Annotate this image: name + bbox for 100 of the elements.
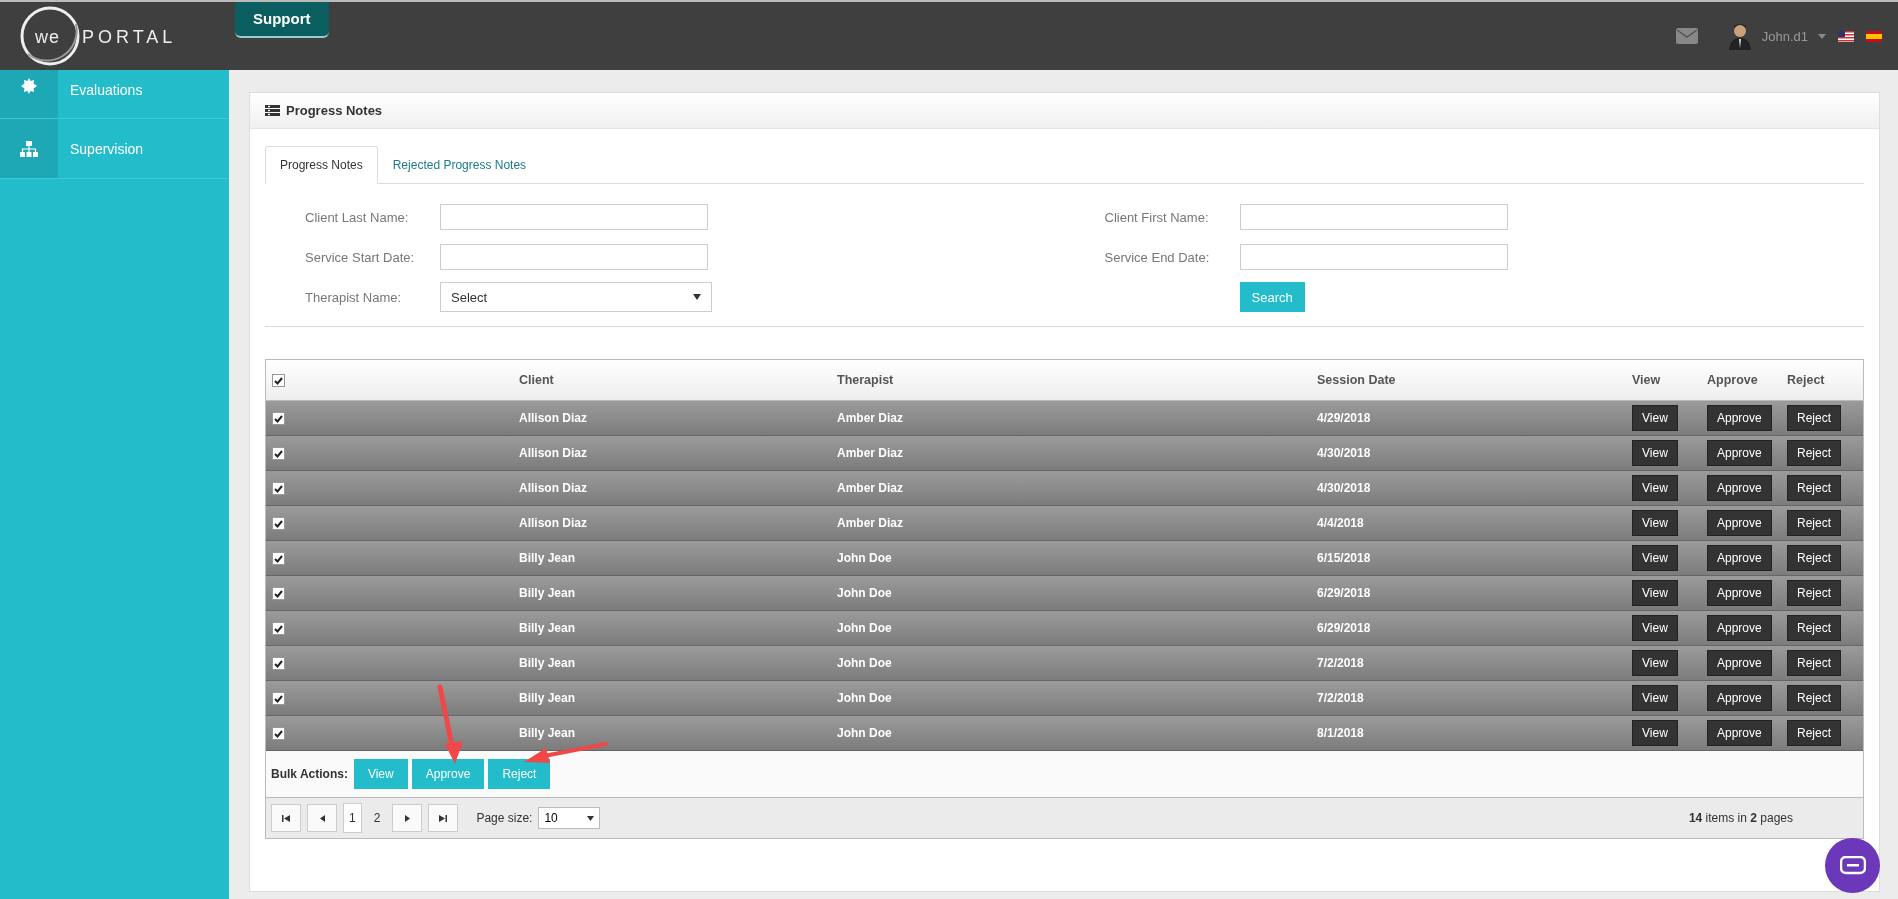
checkbox[interactable] <box>272 482 285 495</box>
checkbox[interactable] <box>272 447 285 460</box>
checkbox[interactable] <box>272 517 285 530</box>
input-field[interactable] <box>440 204 708 230</box>
column-header: Session Date <box>1316 373 1397 387</box>
user-menu[interactable]: John.d1 <box>1761 28 1808 44</box>
view-button[interactable]: View <box>1632 545 1678 571</box>
table-cell-text: 4/30/2018 <box>1316 481 1372 495</box>
reject-button[interactable]: Reject <box>1787 440 1841 466</box>
table-cell-text: John Doe <box>836 726 893 740</box>
checkbox[interactable] <box>272 657 285 670</box>
reject-button[interactable]: Reject <box>1787 545 1841 571</box>
view-button[interactable]: View <box>1632 650 1678 676</box>
field-label: Service End Date: <box>1104 249 1211 265</box>
mail-icon[interactable] <box>1675 28 1698 44</box>
approve-button[interactable]: Approve <box>1707 685 1772 711</box>
next-icon <box>404 814 410 822</box>
table-cell-text: Allison Diaz <box>518 411 588 425</box>
reject-button[interactable]: Reject <box>1787 580 1841 606</box>
table-cell-text: Allison Diaz <box>518 446 588 460</box>
items-summary: 14 items in 2 pages <box>1688 811 1793 825</box>
field-label: Client Last Name: <box>305 209 410 225</box>
table-cell-text: 6/15/2018 <box>1316 551 1372 565</box>
approve-button[interactable]: Approve <box>1707 510 1772 536</box>
table-cell-text: 4/4/2018 <box>1316 516 1365 530</box>
bulk-actions-label: Bulk Actions: <box>271 767 348 781</box>
table-cell-text: John Doe <box>836 691 893 705</box>
page-link[interactable]: 2 <box>367 803 387 833</box>
table-cell-text: 6/29/2018 <box>1316 621 1372 635</box>
caret-icon[interactable] <box>1818 33 1826 39</box>
reject-button[interactable]: Reject <box>1787 720 1841 746</box>
checkbox[interactable] <box>272 374 285 387</box>
checkbox[interactable] <box>272 412 285 425</box>
approve-button[interactable]: Approve <box>1707 405 1772 431</box>
reject-button[interactable]: Reject <box>1787 405 1841 431</box>
input-field[interactable] <box>1239 244 1508 270</box>
input-field[interactable] <box>440 244 708 270</box>
list-icon <box>265 105 280 116</box>
table-cell-text: Allison Diaz <box>518 481 588 495</box>
view-button[interactable]: View <box>1632 510 1678 536</box>
approve-button[interactable]: Approve <box>1707 615 1772 641</box>
sitemap-icon <box>20 140 38 157</box>
next-page-button[interactable] <box>392 804 423 832</box>
table-cell-text: 7/2/2018 <box>1316 691 1365 705</box>
table-cell-text: John Doe <box>836 656 893 670</box>
last-page-button[interactable] <box>428 804 459 832</box>
checkbox[interactable] <box>272 692 285 705</box>
view-button[interactable]: View <box>1632 685 1678 711</box>
select-field[interactable]: Select <box>440 282 712 312</box>
column-header: Therapist <box>836 373 895 387</box>
checkbox[interactable] <box>272 727 285 740</box>
checkbox[interactable] <box>272 587 285 600</box>
table-cell-text: 8/1/2018 <box>1316 726 1365 740</box>
view-button[interactable]: View <box>1632 440 1678 466</box>
table-cell-text: Amber Diaz <box>836 481 905 495</box>
panel-title: Progress Notes <box>286 103 383 118</box>
view-button[interactable]: View <box>1632 405 1678 431</box>
first-page-icon <box>282 814 290 822</box>
column-header: Reject <box>1786 373 1826 387</box>
table-cell-text: Billy Jean <box>518 726 577 740</box>
approve-button[interactable]: Approve <box>1707 720 1772 746</box>
view-button[interactable]: View <box>1632 615 1678 641</box>
first-page-button[interactable] <box>271 804 301 832</box>
avatar-icon[interactable] <box>1727 22 1752 50</box>
approve-button[interactable]: Approve <box>1707 545 1772 571</box>
table-cell-text: 7/2/2018 <box>1316 656 1365 670</box>
approve-button[interactable]: Approve <box>1707 475 1772 501</box>
column-header: View <box>1631 373 1662 387</box>
previous-page-button[interactable] <box>307 804 337 832</box>
logo-text: PORTAL <box>82 27 177 48</box>
page-size-select[interactable]: 10 <box>538 807 601 829</box>
view-button[interactable]: View <box>1632 580 1678 606</box>
table-cell-text: John Doe <box>836 586 893 600</box>
reject-button[interactable]: Reject <box>1787 475 1841 501</box>
approve-button[interactable]: Approve <box>1707 580 1772 606</box>
approve-button[interactable]: Approve <box>1707 650 1772 676</box>
table-cell-text: Amber Diaz <box>836 516 905 530</box>
support-button[interactable]: Support <box>235 2 329 38</box>
view-button[interactable]: View <box>1632 720 1678 746</box>
reject-button[interactable]: Reject <box>1787 685 1841 711</box>
table-cell-text: John Doe <box>836 621 893 635</box>
approve-button[interactable]: Approve <box>1707 440 1772 466</box>
column-header: Client <box>518 373 555 387</box>
table-cell-text: Allison Diaz <box>518 516 588 530</box>
page-link[interactable]: 1 <box>343 803 362 833</box>
tab[interactable]: Progress Notes <box>265 146 378 184</box>
view-button[interactable]: View <box>1632 475 1678 501</box>
tab[interactable]: Rejected Progress Notes <box>377 146 542 184</box>
page-size-label: Page size: <box>476 811 533 825</box>
checkbox[interactable] <box>272 622 285 635</box>
input-field[interactable] <box>1239 204 1508 230</box>
checkbox[interactable] <box>272 552 285 565</box>
us-flag-icon[interactable] <box>1838 30 1854 42</box>
spain-flag-icon[interactable] <box>1866 30 1882 42</box>
caret-icon <box>693 294 701 300</box>
reject-button[interactable]: Reject <box>1787 615 1841 641</box>
reject-button[interactable]: Reject <box>1787 510 1841 536</box>
reject-button[interactable]: Reject <box>1787 650 1841 676</box>
table-cell-text: 4/29/2018 <box>1316 411 1372 425</box>
logo-text: we <box>35 27 60 48</box>
